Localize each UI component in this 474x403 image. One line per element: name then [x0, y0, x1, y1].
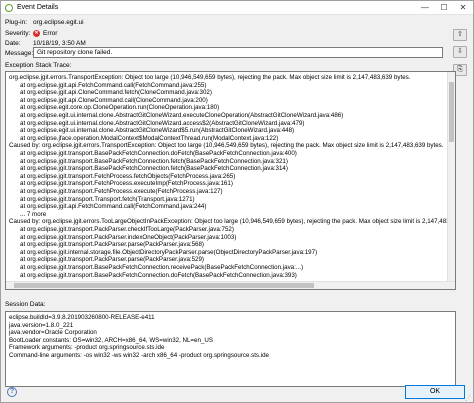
stack-trace-line: at org.eclipse.egit.ui.internal.clone.Ab…: [20, 112, 344, 119]
stack-trace-line: at org.eclipse.jgit.transport.BasePackFe…: [20, 271, 297, 279]
stack-trace-line: at org.eclipse.jgit.transport.FetchProce…: [20, 172, 236, 180]
stack-trace-line: at org.eclipse.jgit.transport.BasePackFe…: [20, 264, 304, 271]
title-bar[interactable]: Event Details — ☐ ✕: [1, 1, 473, 15]
stack-trace-line: at org.eclipse.jgit.internal.storage.fil…: [20, 248, 318, 256]
message-label: Message:: [5, 50, 34, 57]
stack-trace-line: at org.eclipse.jgit.api.CloneCommand.cal…: [20, 96, 208, 104]
ok-button[interactable]: OK: [405, 385, 465, 399]
stack-trace-line: at org.eclipse.jgit.transport.PackParser…: [20, 241, 204, 249]
session-data-line: java.version=1.8.0_221: [9, 321, 74, 329]
maximize-button[interactable]: ☐: [435, 2, 453, 14]
session-data-line: Command-line arguments: -os win32 -ws wi…: [9, 352, 269, 359]
stack-vertical-thumb[interactable]: [449, 82, 454, 142]
stack-trace-line: org.eclipse.jgit.errors.TransportExcepti…: [9, 74, 411, 81]
stack-trace-line: at org.eclipse.jgit.transport.BasePackFe…: [20, 165, 288, 173]
date-value: 10/18/19, 3:50 AM: [33, 40, 86, 47]
stack-vertical-scrollbar[interactable]: [447, 72, 455, 281]
session-data-label: Session Data:: [5, 301, 46, 308]
close-button[interactable]: ✕: [454, 2, 472, 14]
stack-trace-line: at org.eclipse.jgit.api.CloneCommand.fet…: [20, 89, 212, 97]
stack-horizontal-thumb[interactable]: [14, 283, 314, 288]
stack-horizontal-scrollbar[interactable]: [6, 281, 455, 289]
stack-trace-line: at org.eclipse.jgit.transport.PackParser…: [20, 226, 234, 233]
stack-trace-line: Caused by: org.eclipse.jgit.errors.Trans…: [9, 142, 444, 150]
date-label: Date:: [5, 40, 21, 47]
severity-label: Severity:: [5, 30, 31, 37]
session-data-textarea[interactable]: eclipse.buildId=3.9.8.201903260800-RELEA…: [5, 311, 456, 387]
help-icon[interactable]: ?: [7, 387, 17, 397]
stack-trace-line: Caused by: org.eclipse.jgit.errors.TooLa…: [9, 218, 456, 226]
stack-trace-line: at org.eclipse.jgit.transport.FetchProce…: [20, 180, 233, 188]
event-details-dialog: Event Details — ☐ ✕ Plug-in: org.eclipse…: [0, 0, 474, 403]
error-icon: ✕: [33, 30, 40, 37]
stack-trace-line: ... 7 more: [20, 210, 47, 218]
next-event-button[interactable]: ⇩: [453, 46, 467, 58]
stack-trace-line: at org.eclipse.jgit.transport.PackParser…: [20, 256, 204, 264]
stack-trace-line: at org.eclipse.egit.ui.internal.clone.Ab…: [20, 119, 305, 127]
minimize-button[interactable]: —: [416, 2, 434, 14]
severity-value: Error: [43, 30, 58, 37]
stack-trace-line: at org.eclipse.jgit.transport.BasePackFe…: [20, 157, 288, 165]
session-data-line: eclipse.buildId=3.9.8.201903260800-RELEA…: [9, 314, 155, 321]
session-data-line: Framework arguments: -product org.spring…: [9, 344, 165, 352]
stack-trace-line: at org.eclipse.egit.core.op.CloneOperati…: [20, 104, 220, 112]
stack-trace-line: at org.eclipse.egit.ui.internal.clone.Ab…: [20, 127, 295, 135]
stack-trace-label: Exception Stack Trace:: [5, 62, 72, 69]
eclipse-icon: [5, 4, 13, 12]
plugin-value: org.eclipse.egit.ui: [33, 19, 84, 26]
stack-trace-line: at org.eclipse.jgit.transport.FetchProce…: [20, 188, 223, 195]
stack-trace-line: at org.eclipse.jgit.transport.Transport.…: [20, 195, 195, 203]
stack-trace-textarea[interactable]: at org.eclipse.jgit.transport.BasePackFe…: [5, 71, 456, 290]
previous-event-button[interactable]: ⇧: [453, 29, 467, 41]
session-data-line: java.vendor=Oracle Corporation: [9, 329, 97, 337]
stack-trace-line: at org.eclipse.jgit.transport.PackParser…: [20, 233, 237, 241]
stack-trace-line: at org.eclipse.jgit.api.FetchCommand.cal…: [20, 203, 207, 211]
plugin-label: Plug-in:: [5, 19, 28, 26]
message-field[interactable]: Git repository clone failed.: [33, 47, 443, 58]
resize-grip-icon[interactable]: ⋰: [465, 395, 471, 402]
window-title: Event Details: [17, 4, 59, 11]
stack-trace-line: at org.eclipse.jgit.api.FetchCommand.cal…: [20, 81, 207, 89]
stack-trace-line: at org.eclipse.jgit.transport.BasePackFe…: [20, 150, 297, 157]
session-data-line: BootLoader constants: OS=win32, ARCH=x86…: [9, 336, 213, 344]
stack-trace-line: at org.eclipse.jface.operation.ModalCont…: [20, 134, 279, 142]
